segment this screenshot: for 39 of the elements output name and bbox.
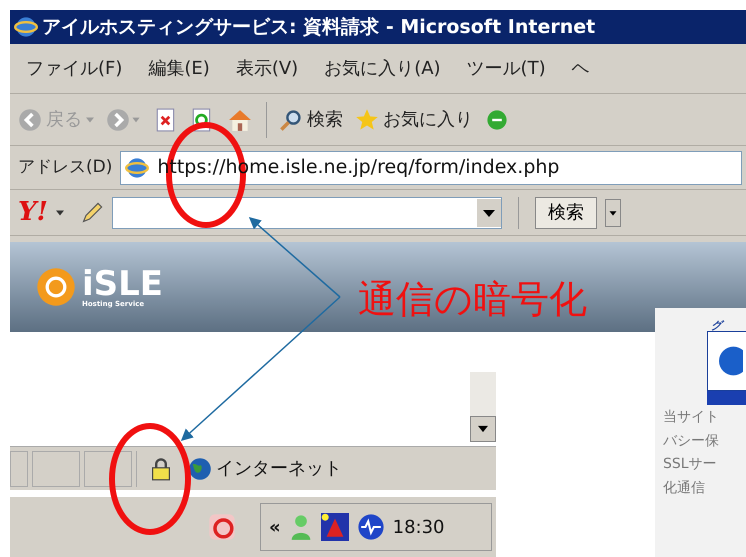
status-pane [84,450,132,486]
panel-text: SSLサー [663,456,718,474]
clock-text: 18:30 [392,516,445,540]
network-icon[interactable] [356,513,385,541]
app-icon[interactable] [320,513,349,541]
dropdown-arrow-icon[interactable] [56,208,64,216]
menu-item[interactable]: 表示(V) [236,55,298,82]
dropdown-arrow-icon [86,116,94,122]
menu-item[interactable]: ツール(T) [466,55,546,82]
annotation-text: 通信の暗号化 [358,280,587,318]
menu-item[interactable]: ヘ [572,55,590,82]
status-pane [32,450,80,486]
expand-tray-button[interactable]: « [269,514,281,540]
menu-item[interactable]: お気に入り(A) [324,55,441,82]
search-button[interactable]: 検索 [534,196,597,228]
search-field[interactable] [112,196,502,228]
scroll-down-button[interactable] [470,416,496,442]
menu-item[interactable]: ファイル(F) [26,55,122,82]
power-icon[interactable] [208,513,236,541]
globe-icon [188,456,212,480]
menu-item[interactable]: 編集(E) [148,55,210,82]
browser-icon [14,15,38,39]
address-label: アドレス(D) [18,156,112,179]
search-icon [279,108,303,132]
panel-text: 当サイト [663,409,720,426]
seal-bar [707,391,746,405]
logo-text: iSLE [82,266,164,300]
media-icon[interactable] [485,108,509,132]
panel-text: バシー保 [663,432,720,450]
zone-label: インターネット [216,457,342,481]
down-arrow-icon [478,425,488,433]
panel-text: 化通信 [663,480,706,497]
browser-icon [125,156,150,180]
panel-heading: グ [663,320,746,331]
search-button[interactable]: 検索 [279,106,343,133]
window-title: アイルホスティングサービス: 資料請求 - Microsoft Internet [42,14,596,40]
pencil-icon[interactable] [80,200,104,224]
star-icon [355,108,379,132]
favorites-button[interactable]: お気に入り [355,106,473,133]
